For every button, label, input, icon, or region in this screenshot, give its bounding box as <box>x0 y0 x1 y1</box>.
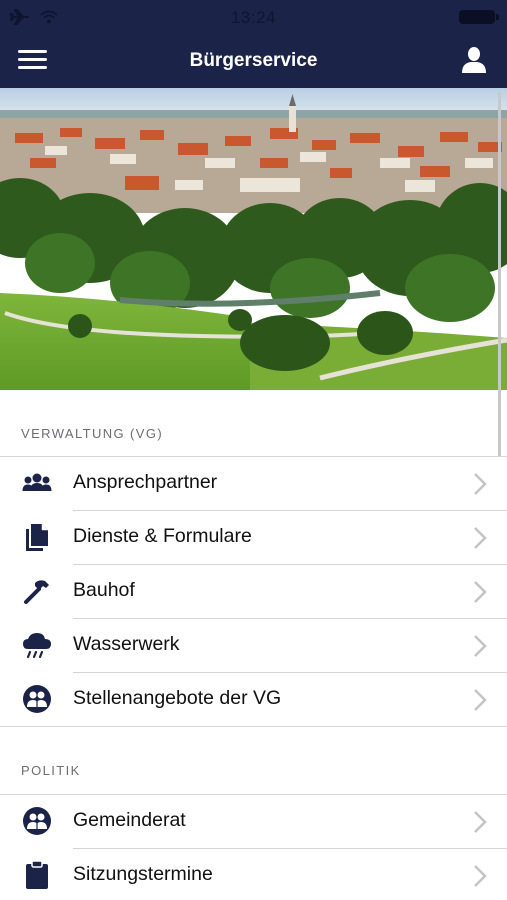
hero-town-aerial-image <box>0 88 507 390</box>
people-circle-icon <box>22 806 52 836</box>
user-profile-icon[interactable] <box>461 46 487 74</box>
status-bar: 13:24 <box>0 0 507 34</box>
navigation-bar: Bürgerservice <box>0 34 507 88</box>
list-item-label: Bauhof <box>73 579 135 601</box>
list-item-sitzungstermine[interactable]: Sitzungstermine <box>0 849 507 900</box>
section-header-verwaltung: VERWALTUNG (VG) <box>21 426 164 441</box>
list-item-label: Wasserwerk <box>73 633 180 655</box>
hammer-icon <box>22 576 52 606</box>
rain-cloud-icon <box>22 630 52 660</box>
chevron-right-icon <box>474 581 487 603</box>
section-header-politik: POLITIK <box>21 763 81 778</box>
divider <box>0 726 507 727</box>
people-group-icon <box>22 468 52 498</box>
list-item-stellenangebote[interactable]: Stellenangebote der VG <box>0 673 507 726</box>
list-item-label: Ansprechpartner <box>73 471 218 493</box>
chevron-right-icon <box>474 689 487 711</box>
list-item-gemeinderat[interactable]: Gemeinderat <box>0 795 507 848</box>
battery-icon <box>459 10 499 24</box>
documents-icon <box>22 522 52 552</box>
list-item-wasserwerk[interactable]: Wasserwerk <box>0 619 507 672</box>
list-item-label: Stellenangebote der VG <box>73 687 282 709</box>
list-item-bauhof[interactable]: Bauhof <box>0 565 507 618</box>
scroll-indicator[interactable] <box>498 92 501 457</box>
top-bar: 13:24 Bürgerservice <box>0 0 507 88</box>
chevron-right-icon <box>474 635 487 657</box>
people-circle-icon <box>22 684 52 714</box>
chevron-right-icon <box>474 473 487 495</box>
list-item-dienste-formulare[interactable]: Dienste & Formulare <box>0 511 507 564</box>
clipboard-icon <box>22 860 52 890</box>
status-time: 13:24 <box>230 8 277 27</box>
chevron-right-icon <box>474 811 487 833</box>
list-item-label: Dienste & Formulare <box>73 525 252 547</box>
list-item-label: Gemeinderat <box>73 809 186 831</box>
list-item-label: Sitzungstermine <box>73 863 213 885</box>
chevron-right-icon <box>474 865 487 887</box>
chevron-right-icon <box>474 527 487 549</box>
page-title: Bürgerservice <box>189 50 318 71</box>
list-item-ansprechpartner[interactable]: Ansprechpartner <box>0 457 507 510</box>
